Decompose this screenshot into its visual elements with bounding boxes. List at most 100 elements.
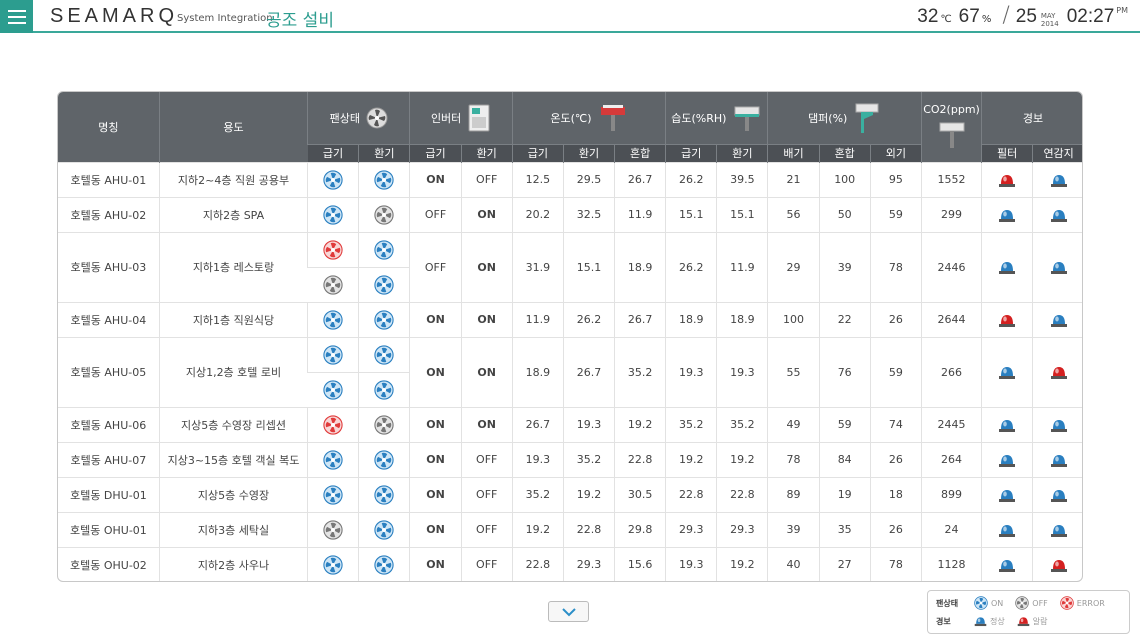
- cell-damper-mix: 100: [818, 161, 871, 197]
- siren-normal-icon: [1050, 174, 1067, 187]
- cell-alarm-filter[interactable]: [981, 476, 1033, 512]
- fan-icon: [366, 107, 388, 129]
- cell-fan-supply[interactable]: [307, 161, 359, 197]
- cell-fan-supply[interactable]: [307, 441, 359, 477]
- day-value: 25: [1015, 6, 1037, 27]
- cell-alarm-link[interactable]: [1032, 161, 1082, 197]
- cell-temp-mix: 26.7: [614, 301, 666, 337]
- cell-fan-supply[interactable]: [307, 546, 359, 581]
- cell-fan-supply[interactable]: [307, 196, 359, 232]
- cell-alarm-filter[interactable]: [981, 231, 1033, 302]
- siren-alarm-icon: [1050, 559, 1067, 572]
- cell-temp-mix: 19.2: [614, 406, 666, 442]
- table-row[interactable]: 호텔동 AHU-04 지하1층 직원식당 ON ON 11.9 26.2 26.7 18.9 1…: [58, 301, 1082, 337]
- fan-on-icon: [323, 344, 343, 365]
- cell-usage: 지하3층 세탁실: [158, 511, 308, 547]
- siren-alarm-icon: [1017, 617, 1030, 627]
- cell-alarm-filter[interactable]: [981, 336, 1033, 407]
- fan-on-icon: [374, 449, 395, 470]
- cell-fan-supply[interactable]: [307, 406, 359, 442]
- fan-on-icon: [374, 239, 395, 260]
- cell-alarm-link[interactable]: [1032, 476, 1082, 512]
- cell-alarm-link[interactable]: [1032, 196, 1082, 232]
- cell-fan-return[interactable]: [358, 511, 410, 547]
- cell-fan-return[interactable]: [358, 406, 410, 442]
- cell-alarm-link[interactable]: [1032, 301, 1082, 337]
- col-humid-return: 환기: [716, 143, 768, 162]
- fan-on-icon: [374, 169, 395, 190]
- cell-alarm-filter[interactable]: [981, 196, 1033, 232]
- cell-alarm-link[interactable]: [1032, 441, 1082, 477]
- cell-alarm-filter[interactable]: [981, 511, 1033, 547]
- table-body: 호텔동 AHU-01 지하2~4층 직원 공용부 ON OFF 12.5 29.5 26.7…: [58, 161, 1082, 581]
- scroll-down-button[interactable]: [548, 601, 589, 622]
- cell-fan-supply[interactable]: [307, 301, 359, 337]
- cell-alarm-filter[interactable]: [981, 301, 1033, 337]
- cell-co2: 2644: [920, 301, 982, 337]
- cell-alarm-link[interactable]: [1032, 511, 1082, 547]
- col-name: 명칭: [58, 92, 160, 162]
- cell-fan-return[interactable]: [358, 301, 410, 337]
- cell-alarm-filter[interactable]: [981, 406, 1033, 442]
- cell-damper-exhaust: 39: [767, 511, 820, 547]
- cell-humid-return: 29.3: [716, 511, 768, 547]
- cell-fan-return[interactable]: [358, 161, 410, 197]
- cell-inverter-return: ON: [460, 336, 513, 407]
- cell-alarm-link[interactable]: [1032, 406, 1082, 442]
- cell-alarm-filter[interactable]: [981, 546, 1033, 581]
- brand-subtitle: System Integration: [177, 13, 273, 24]
- table-row[interactable]: 호텔동 AHU-06 지상5층 수영장 리셉션 ON ON 26.7 19.3 19.2 35…: [58, 406, 1082, 442]
- cell-inverter-return: ON: [460, 196, 513, 232]
- cell-fan-supply[interactable]: [307, 266, 359, 302]
- siren-normal-icon: [999, 419, 1016, 432]
- col-fan-supply: 급기: [307, 143, 359, 162]
- cell-inverter-supply: OFF: [409, 196, 462, 232]
- table-row[interactable]: 호텔동 OHU-02 지하2층 사우나 ON OFF 22.8 29.3 15.6 19.3 1…: [58, 546, 1082, 581]
- cell-fan-return[interactable]: [358, 196, 410, 232]
- col-alarm: 경보: [981, 92, 1082, 144]
- cell-damper-exhaust: 100: [767, 301, 820, 337]
- cell-fan-return[interactable]: [358, 231, 410, 267]
- cell-alarm-filter[interactable]: [981, 161, 1033, 197]
- legend-fan-title: 팬상태: [936, 598, 959, 608]
- siren-normal-icon: [999, 559, 1016, 572]
- cell-temp-return: 26.2: [562, 301, 615, 337]
- cell-alarm-link[interactable]: [1032, 231, 1082, 302]
- cell-alarm-link[interactable]: [1032, 336, 1082, 407]
- cell-fan-return[interactable]: [358, 266, 410, 302]
- cell-fan-return[interactable]: [358, 546, 410, 581]
- fan-off-icon: [374, 204, 395, 225]
- cell-fan-return[interactable]: [358, 441, 410, 477]
- cell-temp-mix: 18.9: [614, 231, 666, 302]
- cell-fan-return[interactable]: [358, 371, 410, 407]
- cell-damper-mix: 35: [818, 511, 871, 547]
- col-co2: CO2(ppm): [920, 92, 982, 162]
- cell-inverter-return: OFF: [460, 441, 513, 477]
- cell-fan-return[interactable]: [358, 476, 410, 512]
- menu-button[interactable]: [0, 0, 33, 33]
- cell-alarm-filter[interactable]: [981, 441, 1033, 477]
- cell-fan-supply[interactable]: [307, 476, 359, 512]
- cell-fan-supply[interactable]: [307, 511, 359, 547]
- fan-off-icon: [323, 274, 343, 295]
- cell-fan-supply[interactable]: [307, 336, 359, 372]
- cell-fan-supply[interactable]: [307, 231, 359, 267]
- fan-on-icon: [374, 555, 395, 575]
- table-row[interactable]: 호텔동 AHU-01 지하2~4층 직원 공용부 ON OFF 12.5 29.5 26.7…: [58, 161, 1082, 197]
- table-row[interactable]: 호텔동 DHU-01 지상5층 수영장 ON OFF 35.2 19.2 30.5 22.8 2…: [58, 476, 1082, 512]
- cell-temp-mix: 11.9: [614, 196, 666, 232]
- cell-fan-supply[interactable]: [307, 371, 359, 407]
- cell-humid-supply: 15.1: [665, 196, 717, 232]
- table-row[interactable]: 호텔동 AHU-05 지상1,2층 호텔 로비 ON ON 18.9 26.7 35.2 19…: [58, 336, 1082, 407]
- cell-usage: 지하1층 레스토랑: [158, 231, 308, 302]
- table-row[interactable]: 호텔동 OHU-01 지하3층 세탁실 ON OFF 19.2 22.8 29.8 29.3 2…: [58, 511, 1082, 547]
- cell-temp-return: 29.5: [562, 161, 615, 197]
- siren-normal-icon: [974, 617, 987, 627]
- table-row[interactable]: 호텔동 AHU-03 지하1층 레스토랑 OFF ON 31.9 15.1 18.9 26.2…: [58, 231, 1082, 302]
- cell-fan-return[interactable]: [358, 336, 410, 372]
- cell-damper-mix: 84: [818, 441, 871, 477]
- table-row[interactable]: 호텔동 AHU-02 지하2층 SPA OFF ON 20.2 32.5 11.9 15.1 1…: [58, 196, 1082, 232]
- cell-alarm-link[interactable]: [1032, 546, 1082, 581]
- table-row[interactable]: 호텔동 AHU-07 지상3~15층 호텔 객실 복도 ON OFF 19.3 35.2 2…: [58, 441, 1082, 477]
- hamburger-icon: [7, 9, 26, 12]
